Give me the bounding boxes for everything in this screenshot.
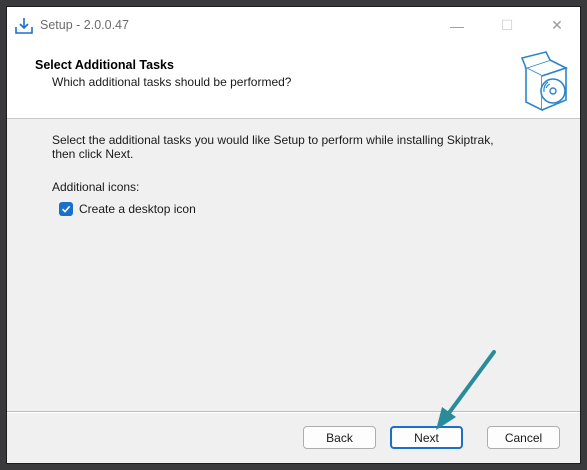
maximize-button[interactable]: ☐	[484, 7, 530, 44]
minimize-icon: —	[450, 17, 464, 34]
desktop-icon-label: Create a desktop icon	[79, 202, 196, 216]
close-icon: ✕	[551, 17, 563, 33]
back-button[interactable]: Back	[303, 426, 376, 449]
page-title: Select Additional Tasks	[35, 58, 174, 72]
intro-line-2: then click Next.	[52, 147, 134, 161]
close-button[interactable]: ✕	[534, 7, 580, 44]
intro-line-1: Select the additional tasks you would li…	[52, 133, 494, 147]
page-subtitle: Which additional tasks should be perform…	[52, 75, 292, 89]
wizard-header: Select Additional Tasks Which additional…	[7, 44, 580, 119]
minimize-button[interactable]: —	[434, 7, 480, 44]
software-box-icon	[520, 51, 569, 112]
intro-text: Select the additional tasks you would li…	[52, 133, 552, 161]
window-title: Setup - 2.0.0.47	[40, 18, 129, 32]
task-desktop-icon[interactable]: Create a desktop icon	[59, 202, 196, 216]
wizard-content: Select the additional tasks you would li…	[7, 119, 580, 411]
desktop-icon-checkbox[interactable]	[59, 202, 73, 216]
maximize-icon: ☐	[500, 17, 514, 33]
setup-window: Setup - 2.0.0.47 — ☐ ✕ Select Additional…	[6, 6, 581, 464]
installer-download-icon	[15, 18, 33, 34]
footer-separator	[7, 411, 580, 413]
cancel-button[interactable]: Cancel	[487, 426, 560, 449]
checkmark-icon	[61, 205, 71, 213]
title-bar[interactable]: Setup - 2.0.0.47 — ☐ ✕	[7, 7, 580, 44]
additional-icons-label: Additional icons:	[52, 180, 140, 194]
next-button[interactable]: Next	[390, 426, 463, 449]
